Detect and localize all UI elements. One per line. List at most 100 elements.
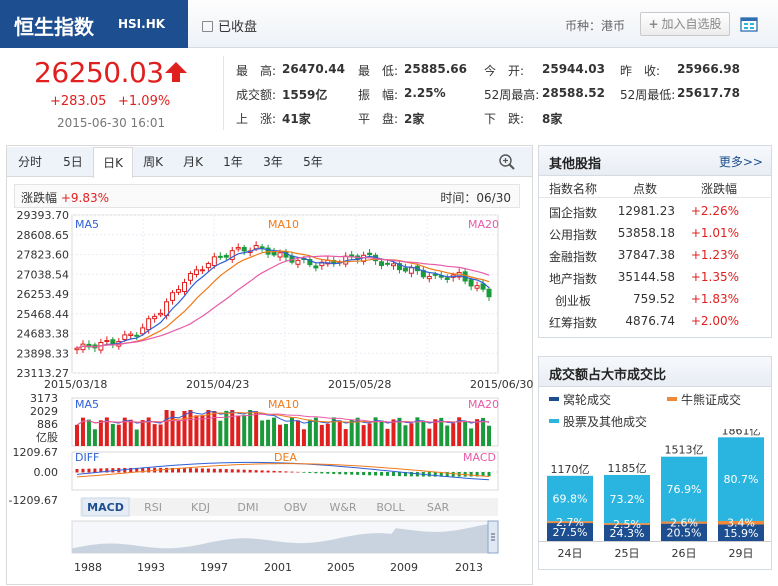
macd-bar [254,470,258,473]
candle-body [468,279,474,287]
volume-bar [361,425,366,446]
timeline-year-label: 1993 [137,561,165,574]
macd-bar [380,472,384,476]
stat-value: 2家 [404,112,425,126]
macd-bar [236,469,240,473]
indicator-tab-boll[interactable]: BOLL [376,501,405,514]
tab-4[interactable]: 周K [133,147,173,177]
table-row[interactable]: 国企指数 12981.23 +2.26% [539,200,771,222]
candle-body [259,246,265,249]
indicator-tab-wr[interactable]: W&R [329,501,356,514]
timeline-year-label: 1988 [74,561,102,574]
more-link[interactable]: 更多>> [719,153,763,170]
bar-stock-label: 80.7% [724,473,759,486]
tab-2[interactable]: 5日 [53,147,93,177]
macd-bar [302,472,306,473]
candle-body [199,269,205,272]
y-tick-label: 26253.49 [17,288,70,301]
zoom-in-icon[interactable] [498,153,516,171]
tab-1[interactable]: 分时 [7,147,53,177]
macd-bar [469,472,473,477]
kline-chart-area[interactable]: 29393.70 28608.65 27823.60 27038.54 26253.49… [0,210,540,586]
indicator-tab-sar[interactable]: SAR [427,501,450,514]
tab-3[interactable]: 日K [93,147,133,178]
period-tabs: 分时 5日 日K 周K 月K 1年 3年 5年 [7,147,532,178]
volume-bar [98,420,103,446]
price-change-pct: +1.09% [118,94,171,109]
stat-value: 8家 [542,112,563,126]
indicator-tab-kdj[interactable]: KDJ [191,501,210,514]
top-bar: 恒生指数 HSI.HK 已收盘 币种：港币 + 加入自选股 [0,0,778,48]
index-name-cell[interactable]: 地产指数 [549,270,597,287]
volume-bar [307,419,312,446]
time-value: 06/30 [476,191,511,205]
candle-body [241,247,247,252]
bar-day-label: 24日 [558,547,583,560]
table-row[interactable]: 地产指数 35144.58 +1.35% [539,266,771,288]
volume-bar [170,410,175,446]
macd-bar [320,472,324,474]
table-row[interactable]: 创业板 759.52 +1.83% [539,288,771,310]
vol-tick-label: 3173 [30,392,58,405]
bar-warrant-label: 15.9% [724,527,759,540]
tab-7[interactable]: 3年 [253,147,293,177]
macd-bar [272,470,276,473]
volume-bar [140,420,145,446]
turnover-header: 成交额占大市成交比 [539,357,771,387]
index-name-cell[interactable]: 金融指数 [549,248,597,265]
volume-bar [134,429,139,446]
change-value: +9.83% [60,191,110,205]
tab-8[interactable]: 5年 [293,147,333,177]
table-row[interactable]: 公用指数 53858.18 +1.01% [539,222,771,244]
table-row[interactable]: 红筹指数 4876.74 +2.00% [539,310,771,332]
stat-value: 2.25% [404,86,446,100]
volume-bar [367,423,372,446]
macd-bar [344,472,348,475]
indicator-tab-obv[interactable]: OBV [284,501,308,514]
index-name-cell[interactable]: 红筹指数 [549,314,597,331]
y-tick-label: 25468.44 [17,308,70,321]
volume-bar [176,420,181,446]
macd-bar [93,468,97,473]
share-icon[interactable] [740,15,758,33]
volume-bar [128,419,133,446]
candle-body [426,276,432,280]
candle-body [211,256,217,267]
volume-bar [475,419,480,446]
candle-body [187,273,193,281]
index-name-cell[interactable]: 创业板 [555,292,591,309]
table-header-row: 指数名称 点数 涨跌幅 [539,176,771,198]
index-pct-cell: +1.23% [690,248,739,262]
x-tick-label: 2015/04/23 [186,378,249,391]
volume-bar [230,410,235,446]
candle-body [128,333,134,337]
indicator-tab-rsi[interactable]: RSI [144,501,162,514]
tab-6[interactable]: 1年 [213,147,253,177]
x-tick-label: 2015/03/18 [44,378,107,391]
indicator-tab-macd[interactable]: MACD [87,501,124,514]
candle-body [74,347,80,351]
volume-bar [254,411,259,446]
macd-tick-label: -1209.67 [9,494,58,507]
candle-body [104,340,110,343]
macd-bar [182,468,186,473]
indicator-tab-dmi[interactable]: DMI [237,501,258,514]
volume-bar [86,419,91,446]
price-change: +283.05 [50,94,107,109]
tab-5[interactable]: 月K [173,147,213,177]
turnover-title: 成交额占大市成交比 [549,368,667,383]
macd-tick-label: 0.00 [34,466,59,479]
legend-swatch [549,397,559,401]
y-tick-label: 24683.38 [17,328,70,341]
volume-bar [487,425,492,446]
volume-bar [116,424,121,446]
macd-bar [451,472,455,477]
add-to-watchlist-button[interactable]: + 加入自选股 [640,12,730,36]
chart-info-bar: 涨跌幅 +9.83% 时间：06/30 [14,184,520,208]
macd-bar [332,472,336,474]
index-name-cell[interactable]: 国企指数 [549,204,597,221]
table-row[interactable]: 金融指数 37847.38 +1.23% [539,244,771,266]
index-name-cell[interactable]: 公用指数 [549,226,597,243]
macd-bar [200,468,204,473]
candle-body [444,277,450,280]
